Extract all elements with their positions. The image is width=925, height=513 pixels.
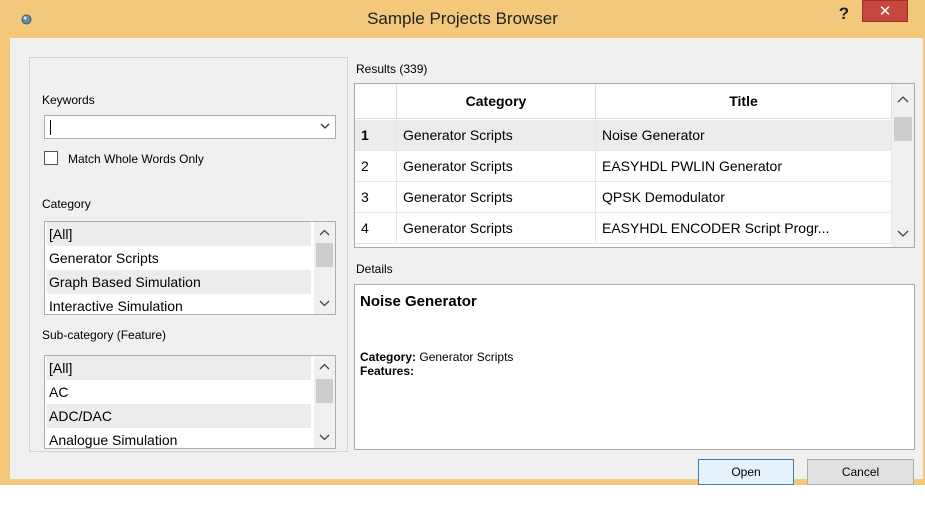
results-scrollbar[interactable]	[892, 84, 914, 247]
chevron-up-icon[interactable]	[892, 90, 914, 110]
subcategory-item-adc-dac[interactable]: ADC/DAC	[47, 404, 311, 428]
row-category: Generator Scripts	[397, 120, 596, 151]
column-header-title[interactable]: Title	[596, 84, 892, 119]
open-button[interactable]: Open	[698, 459, 794, 485]
category-scrollbar[interactable]	[314, 222, 335, 314]
chevron-down-icon[interactable]	[314, 294, 335, 312]
category-label: Category	[42, 197, 91, 211]
category-item-graph-based-simulation[interactable]: Graph Based Simulation	[47, 270, 311, 294]
subcategory-item-all[interactable]: [All]	[47, 356, 311, 380]
match-whole-words-checkbox[interactable]	[44, 151, 58, 165]
table-row[interactable]: 4 Generator Scripts EASYHDL ENCODER Scri…	[355, 213, 892, 244]
row-title: EASYHDL PWLIN Generator	[596, 151, 892, 182]
chevron-up-icon[interactable]	[314, 224, 335, 242]
keywords-combobox[interactable]	[44, 115, 336, 139]
row-number-header	[355, 84, 397, 119]
dialog-client-area: Keywords Match Whole Words Only Category…	[10, 38, 923, 485]
cancel-button[interactable]: Cancel	[807, 459, 914, 485]
text-caret	[50, 120, 51, 135]
row-category: Generator Scripts	[397, 182, 596, 213]
match-whole-words-label: Match Whole Words Only	[68, 152, 204, 166]
subcategory-scrollbar[interactable]	[314, 356, 335, 448]
details-features-key: Features	[360, 364, 411, 378]
details-features-line: Features:	[360, 364, 415, 378]
row-title: QPSK Demodulator	[596, 182, 892, 213]
results-label: Results (339)	[356, 62, 428, 76]
row-category: Generator Scripts	[397, 151, 596, 182]
help-button[interactable]: ?	[835, 4, 853, 26]
chevron-down-icon[interactable]	[314, 428, 335, 446]
close-button[interactable]: ✕	[862, 0, 908, 22]
results-scroll-thumb[interactable]	[894, 117, 912, 141]
desktop-background	[0, 485, 925, 513]
results-grid[interactable]: Category Title 1 Generator Scripts Noise…	[354, 83, 915, 248]
filter-panel: Keywords Match Whole Words Only Category…	[29, 57, 348, 452]
row-number: 3	[355, 182, 397, 213]
category-item-all[interactable]: [All]	[47, 222, 311, 246]
details-category-key: Category	[360, 350, 413, 364]
category-item-interactive-simulation[interactable]: Interactive Simulation	[47, 294, 311, 314]
column-header-category[interactable]: Category	[397, 84, 596, 119]
details-label: Details	[356, 262, 393, 276]
subcategory-listbox[interactable]: [All] AC ADC/DAC Analogue Simulation	[44, 355, 336, 449]
category-listbox[interactable]: [All] Generator Scripts Graph Based Simu…	[44, 221, 336, 315]
row-category: Generator Scripts	[397, 213, 596, 244]
details-category-value: Generator Scripts	[419, 350, 514, 364]
details-title: Noise Generator	[360, 293, 477, 310]
chevron-down-icon[interactable]	[319, 120, 331, 132]
dialog-window: Sample Projects Browser ? ✕ Keywords Mat…	[0, 0, 925, 485]
category-scroll-thumb[interactable]	[316, 243, 333, 267]
details-panel: Noise Generator Category: Generator Scri…	[354, 284, 915, 450]
window-title: Sample Projects Browser	[367, 9, 558, 28]
chevron-down-icon[interactable]	[892, 223, 914, 243]
subcategory-item-analogue-simulation[interactable]: Analogue Simulation	[47, 428, 311, 448]
row-title: Noise Generator	[596, 120, 892, 151]
subcategory-label: Sub-category (Feature)	[42, 328, 167, 342]
category-item-generator-scripts[interactable]: Generator Scripts	[47, 246, 311, 270]
subcategory-scroll-thumb[interactable]	[316, 379, 333, 403]
chevron-up-icon[interactable]	[314, 358, 335, 376]
table-row[interactable]: 2 Generator Scripts EASYHDL PWLIN Genera…	[355, 151, 892, 182]
row-title: EASYHDL ENCODER Script Progr...	[596, 213, 892, 244]
title-bar[interactable]: Sample Projects Browser ? ✕	[0, 0, 925, 38]
keywords-label: Keywords	[42, 93, 95, 107]
table-row[interactable]: 1 Generator Scripts Noise Generator	[355, 120, 892, 151]
row-number: 2	[355, 151, 397, 182]
row-number: 1	[355, 120, 397, 151]
row-number: 4	[355, 213, 397, 244]
details-category-line: Category: Generator Scripts	[360, 350, 514, 364]
subcategory-item-ac[interactable]: AC	[47, 380, 311, 404]
results-grid-header: Category Title	[355, 84, 892, 119]
table-row[interactable]: 3 Generator Scripts QPSK Demodulator	[355, 182, 892, 213]
